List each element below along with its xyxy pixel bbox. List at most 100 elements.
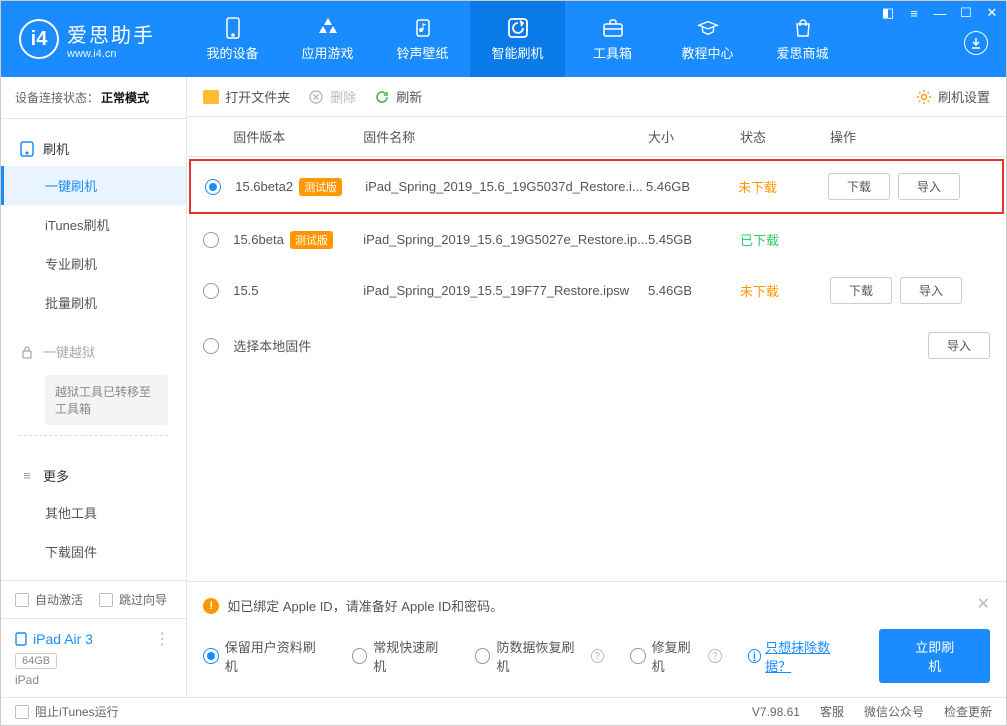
tablet-icon [19, 141, 35, 157]
checkbox-skip-guide[interactable]: 跳过向导 [99, 591, 167, 608]
device-scroll-hint: ⋮ [154, 629, 170, 649]
sidebar-item-other[interactable]: 其他工具 [1, 493, 186, 532]
fw-name: iPad_Spring_2019_15.5_19F77_Restore.ipsw [363, 283, 648, 298]
sidebar-item-itunes[interactable]: iTunes刷机 [1, 205, 186, 244]
device-panel[interactable]: iPad Air 3 ⋮ 64GB iPad [1, 618, 186, 697]
store-icon [792, 17, 814, 39]
header-download-button[interactable] [964, 31, 988, 55]
th-name: 固件名称 [363, 127, 648, 146]
sidebar-options: 自动激活 跳过向导 [1, 580, 186, 618]
checkbox-block-itunes[interactable]: 阻止iTunes运行 [15, 703, 119, 720]
flash-settings-button[interactable]: 刷机设置 [916, 87, 990, 106]
mode-antidata[interactable]: 防数据恢复刷机? [475, 637, 604, 675]
th-version: 固件版本 [233, 127, 363, 146]
table-row[interactable]: 15.5 iPad_Spring_2019_15.5_19F77_Restore… [187, 263, 1006, 318]
sidebar: 设备连接状态：正常模式 刷机 一键刷机 iTunes刷机 专业刷机 批量刷机 一… [1, 77, 187, 697]
header: i4 爱思助手 www.i4.cn 我的设备 应用游戏 铃声壁纸 智能刷机 工具… [1, 1, 1006, 77]
toolbox-icon [602, 17, 624, 39]
fw-name: iPad_Spring_2019_15.6_19G5027e_Restore.i… [363, 232, 648, 247]
app-url: www.i4.cn [67, 48, 155, 60]
version-label: V7.98.61 [752, 705, 800, 719]
start-flash-button[interactable]: 立即刷机 [879, 629, 990, 683]
bottom-panel: ! 如已绑定 Apple ID，请准备好 Apple ID和密码。 ✕ 保留用户… [187, 581, 1006, 697]
delete-button: 删除 [308, 87, 356, 106]
beta-tag: 测试版 [299, 178, 342, 196]
win-minimize-icon[interactable]: — [932, 5, 948, 21]
win-maximize-icon[interactable]: ☐ [958, 5, 974, 21]
sidebar-item-advanced[interactable]: 高级功能 [1, 571, 186, 580]
fw-status: 已下载 [740, 230, 830, 249]
nav-store[interactable]: 爱思商城 [755, 1, 850, 77]
help-icon[interactable]: ? [708, 649, 722, 663]
warning-icon: ! [203, 598, 219, 614]
local-firmware-label: 选择本地固件 [233, 336, 311, 355]
fw-status: 未下载 [740, 281, 830, 300]
mode-repair[interactable]: 修复刷机? [630, 637, 721, 675]
table-row[interactable]: 15.6beta 测试版 iPad_Spring_2019_15.6_19G50… [187, 216, 1006, 263]
nav-tutorials[interactable]: 教程中心 [660, 1, 755, 77]
content: 打开文件夹 删除 刷新 刷机设置 固件版本 固件名称 大小 状态 操作 [187, 77, 1006, 697]
toolbar: 打开文件夹 删除 刷新 刷机设置 [187, 77, 1006, 117]
sidebar-item-onekey[interactable]: 一键刷机 [1, 166, 186, 205]
radio-selected[interactable] [205, 179, 221, 195]
import-button[interactable]: 导入 [900, 277, 962, 304]
sidebar-item-batch[interactable]: 批量刷机 [1, 283, 186, 322]
table-row[interactable]: 15.6beta2 测试版 iPad_Spring_2019_15.6_19G5… [189, 159, 1004, 214]
checkbox-auto-activate[interactable]: 自动激活 [15, 591, 83, 608]
nav-flash[interactable]: 智能刷机 [470, 1, 565, 77]
win-skin-icon[interactable]: ◧ [880, 5, 896, 21]
download-button[interactable]: 下载 [828, 173, 890, 200]
delete-icon [308, 89, 324, 105]
sidebar-group-flash[interactable]: 刷机 [1, 131, 186, 166]
radio[interactable] [203, 338, 219, 354]
th-size: 大小 [648, 127, 740, 146]
radio[interactable] [203, 283, 219, 299]
open-folder-button[interactable]: 打开文件夹 [203, 87, 290, 106]
footer: 阻止iTunes运行 V7.98.61 客服 微信公众号 检查更新 [1, 697, 1006, 725]
radio[interactable] [203, 232, 219, 248]
fw-size: 5.45GB [648, 232, 740, 247]
nav-ringtones[interactable]: 铃声壁纸 [375, 1, 470, 77]
window-controls: ◧ ≡ — ☐ ✕ [880, 5, 1000, 21]
customer-service-link[interactable]: 客服 [820, 703, 844, 720]
nav-toolbox[interactable]: 工具箱 [565, 1, 660, 77]
win-menu-icon[interactable]: ≡ [906, 5, 922, 21]
table-row-local[interactable]: 选择本地固件 导入 [187, 318, 1006, 373]
import-button[interactable]: 导入 [928, 332, 990, 359]
jailbreak-note: 越狱工具已转移至工具箱 [45, 375, 168, 425]
device-name: iPad Air 3 [33, 631, 93, 647]
info-icon: i [748, 649, 762, 663]
nav-my-device[interactable]: 我的设备 [185, 1, 280, 77]
nav-apps[interactable]: 应用游戏 [280, 1, 375, 77]
connection-status: 设备连接状态：正常模式 [1, 77, 186, 119]
win-close-icon[interactable]: ✕ [984, 5, 1000, 21]
music-icon [412, 17, 434, 39]
fw-version: 15.6beta [233, 232, 284, 247]
main: 设备连接状态：正常模式 刷机 一键刷机 iTunes刷机 专业刷机 批量刷机 一… [1, 77, 1006, 697]
sidebar-item-downloadfw[interactable]: 下载固件 [1, 532, 186, 571]
mode-normal[interactable]: 常规快速刷机 [352, 637, 449, 675]
gear-icon [916, 89, 932, 105]
mode-keep-data[interactable]: 保留用户资料刷机 [203, 637, 325, 675]
refresh-button[interactable]: 刷新 [374, 87, 422, 106]
check-update-link[interactable]: 检查更新 [944, 703, 992, 720]
import-button[interactable]: 导入 [898, 173, 960, 200]
wechat-link[interactable]: 微信公众号 [864, 703, 924, 720]
download-button[interactable]: 下载 [830, 277, 892, 304]
help-icon[interactable]: ? [591, 649, 605, 663]
sidebar-group-jailbreak: 一键越狱 [1, 334, 186, 369]
th-status: 状态 [740, 127, 830, 146]
device-storage: 64GB [15, 653, 57, 669]
device-type: iPad [15, 673, 172, 687]
logo[interactable]: i4 爱思助手 www.i4.cn [19, 19, 155, 60]
sidebar-group-more[interactable]: ≡ 更多 [1, 458, 186, 493]
erase-link[interactable]: i只想抹除数据？ [748, 637, 854, 675]
device-icon [15, 632, 27, 646]
th-op: 操作 [830, 127, 990, 146]
sidebar-item-pro[interactable]: 专业刷机 [1, 244, 186, 283]
apps-icon [317, 17, 339, 39]
beta-tag: 测试版 [290, 231, 333, 249]
refresh-icon [374, 89, 390, 105]
close-tip-button[interactable]: ✕ [977, 594, 990, 614]
app-title: 爱思助手 [67, 19, 155, 48]
